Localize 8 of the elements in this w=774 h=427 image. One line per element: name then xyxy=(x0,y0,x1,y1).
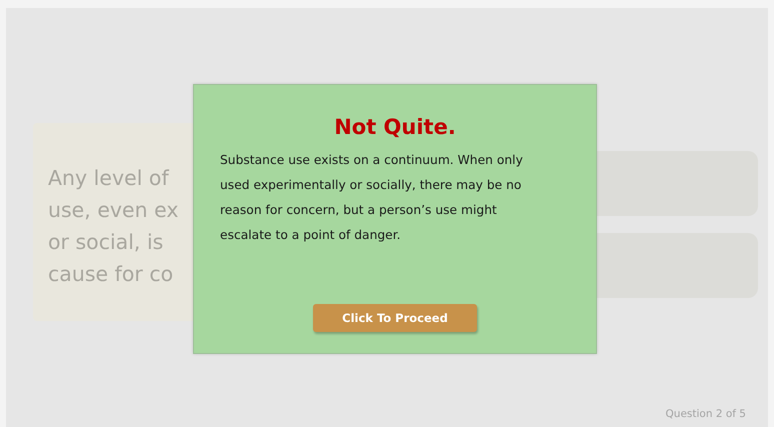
question-text: or social, is xyxy=(48,229,164,256)
question-text: Any level of xyxy=(48,165,169,192)
proceed-button[interactable]: Click To Proceed xyxy=(313,304,477,332)
question-counter: Question 2 of 5 xyxy=(666,408,747,422)
question-text: cause for co xyxy=(48,261,174,288)
dialog-title: Not Quite. xyxy=(334,115,456,139)
question-text: use, even ex xyxy=(48,197,179,224)
feedback-message: Substance use exists on a continuum. When only used experimentally or socially, there may be no reason for concern, but a person’s use might escalate to a point of danger. xyxy=(220,152,524,244)
